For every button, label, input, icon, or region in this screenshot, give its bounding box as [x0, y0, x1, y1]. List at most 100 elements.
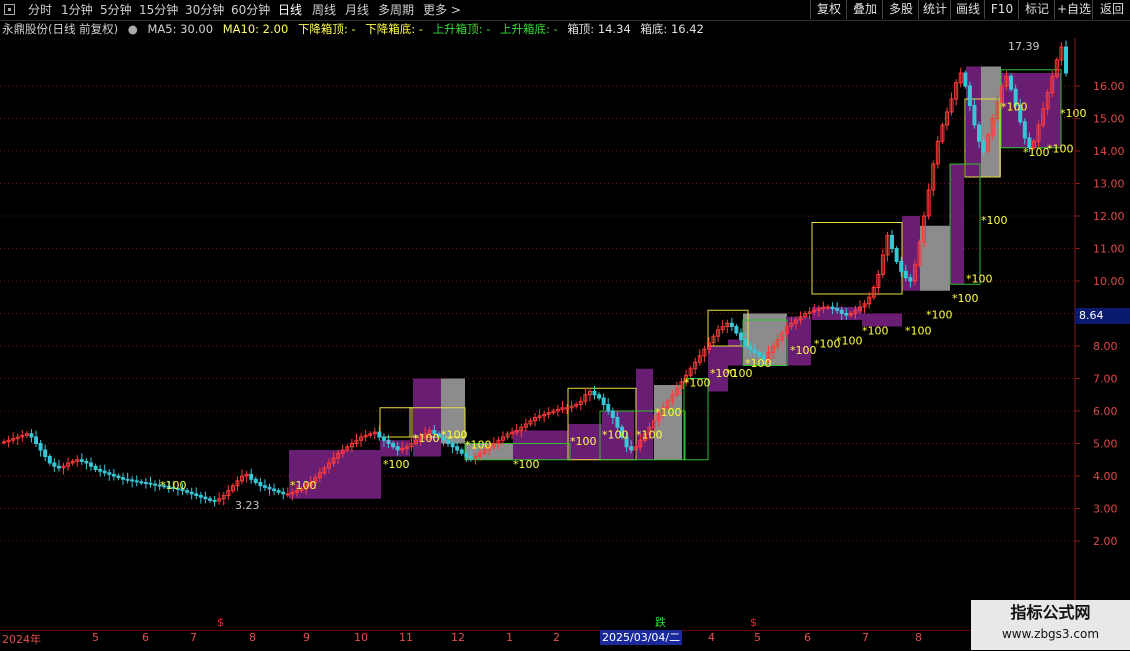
- signal-layer: *100 *100 *100 *100 *100 *100 *100 *100 *100 *100…: [160, 100, 1087, 492]
- box-bottom: 箱底: 16.42: [640, 22, 704, 36]
- ma10-value: MA10: 2.00: [222, 22, 289, 36]
- period-tab-fenshi[interactable]: 分时: [28, 0, 52, 20]
- multi-stock-button[interactable]: 多股: [882, 0, 919, 19]
- candle-body: [88, 462, 93, 467]
- period-tab-weekly[interactable]: 周线: [312, 0, 336, 20]
- y-axis: 16.0015.0014.0013.0012.0011.0010.009.008…: [1074, 38, 1125, 630]
- candle-body: [34, 436, 39, 444]
- period-tab-5min[interactable]: 5分钟: [100, 0, 132, 20]
- current-price-tag: 8.64: [1075, 308, 1130, 324]
- period-tab-60min[interactable]: 60分钟: [231, 0, 270, 20]
- candle-body: [272, 488, 277, 492]
- signal-label: *100: [862, 325, 889, 338]
- add-watchlist-button[interactable]: +自选: [1054, 0, 1093, 19]
- time-axis: [0, 630, 1130, 651]
- candle-body: [981, 140, 986, 152]
- candle-body: [258, 482, 263, 487]
- candle-body: [743, 339, 748, 347]
- period-tab-multi[interactable]: 多周期: [378, 0, 414, 20]
- signal-label: *100: [684, 377, 711, 390]
- period-tab-15min[interactable]: 15分钟: [139, 0, 178, 20]
- candle-body: [198, 495, 203, 498]
- drop-mark: 跌: [655, 616, 666, 629]
- candle-body: [130, 479, 135, 482]
- candle-body: [1064, 46, 1068, 74]
- draw-button[interactable]: 画线: [950, 0, 985, 19]
- ma5-value: MA5: 30.00: [147, 22, 214, 36]
- y-tick-label: 10.00: [1093, 275, 1125, 288]
- signal-label: *100: [655, 406, 682, 419]
- month-label: 10: [354, 631, 368, 644]
- month-label: 4: [708, 631, 715, 644]
- candle-body: [894, 248, 899, 262]
- candle-body: [629, 446, 634, 451]
- candle-body: [468, 456, 473, 459]
- mark-button[interactable]: 标记: [1018, 0, 1055, 19]
- candle-body: [835, 308, 840, 311]
- candle-body: [748, 345, 753, 350]
- y-tick-label: 3.00: [1093, 503, 1118, 516]
- overlay-button[interactable]: 叠加: [846, 0, 883, 19]
- candle-body: [977, 124, 982, 142]
- back-button[interactable]: 返回: [1092, 0, 1130, 19]
- signal-label: *100: [570, 435, 597, 448]
- candle-body: [830, 306, 835, 310]
- candle-body: [249, 473, 254, 480]
- month-label: 8: [915, 631, 922, 644]
- candle-body: [207, 498, 212, 501]
- signal-label: *100: [1060, 107, 1087, 120]
- y-tick-label: 7.00: [1093, 373, 1118, 386]
- candle-body: [597, 394, 602, 399]
- candle-body: [153, 483, 158, 486]
- candle-body: [825, 306, 830, 309]
- candle-body: [450, 443, 455, 448]
- candle-body: [734, 326, 739, 334]
- y-tick-label: 5.00: [1093, 438, 1118, 451]
- stats-button[interactable]: 统计: [918, 0, 951, 19]
- period-tab-30min[interactable]: 30分钟: [185, 0, 224, 20]
- period-tab-1min[interactable]: 1分钟: [61, 0, 93, 20]
- candle-body: [967, 85, 972, 106]
- signal-label: *100: [926, 308, 953, 321]
- y-tick-label: 8.00: [1093, 340, 1118, 353]
- watermark: 指标公式网 www.zbgs3.com: [971, 600, 1130, 650]
- candle-body: [844, 313, 849, 316]
- candle-body: [459, 449, 464, 454]
- f10-button[interactable]: F10: [984, 0, 1019, 19]
- candle-body: [963, 72, 968, 87]
- fuquan-button[interactable]: 复权: [810, 0, 847, 19]
- candle-body: [565, 407, 570, 410]
- candle-body: [262, 485, 267, 488]
- candle-body: [1009, 75, 1014, 90]
- signal-label: *100: [465, 438, 492, 451]
- signal-label: *100: [966, 273, 993, 286]
- y-tick-label: 2.00: [1093, 535, 1118, 548]
- up-box-outline: [683, 378, 709, 461]
- candle-body: [601, 397, 606, 405]
- month-label: 1: [506, 631, 513, 644]
- month-label: 12: [451, 631, 465, 644]
- candle-body: [52, 462, 57, 467]
- month-label: 6: [142, 631, 149, 644]
- s-mark: $: [750, 616, 757, 629]
- kline-chart[interactable]: *100 *100 *100 *100 *100 *100 *100 *100 *100 *100…: [0, 38, 1130, 630]
- signal-label: *100: [290, 479, 317, 492]
- date-cursor: 2025/03/04/二: [600, 630, 683, 645]
- period-tab-more[interactable]: 更多 >: [423, 0, 461, 20]
- candle-body: [972, 105, 977, 126]
- candle-body: [84, 460, 89, 464]
- signal-label: *100: [745, 357, 772, 370]
- period-tab-daily[interactable]: 日线: [278, 0, 302, 20]
- period-tab-monthly[interactable]: 月线: [345, 0, 369, 20]
- watermark-title: 指标公式网: [1010, 603, 1091, 622]
- grid-layer: [0, 85, 1075, 542]
- candle-body: [267, 486, 272, 490]
- signal-label: *100: [1023, 146, 1050, 159]
- signal-label: *100: [602, 429, 629, 442]
- box-layer: [289, 66, 1062, 499]
- settings-circle-icon[interactable]: ●: [128, 22, 138, 36]
- candle-body: [194, 493, 199, 496]
- layout-toggle-icon[interactable]: [4, 4, 15, 15]
- candle-body: [203, 496, 208, 500]
- month-label: 9: [303, 631, 310, 644]
